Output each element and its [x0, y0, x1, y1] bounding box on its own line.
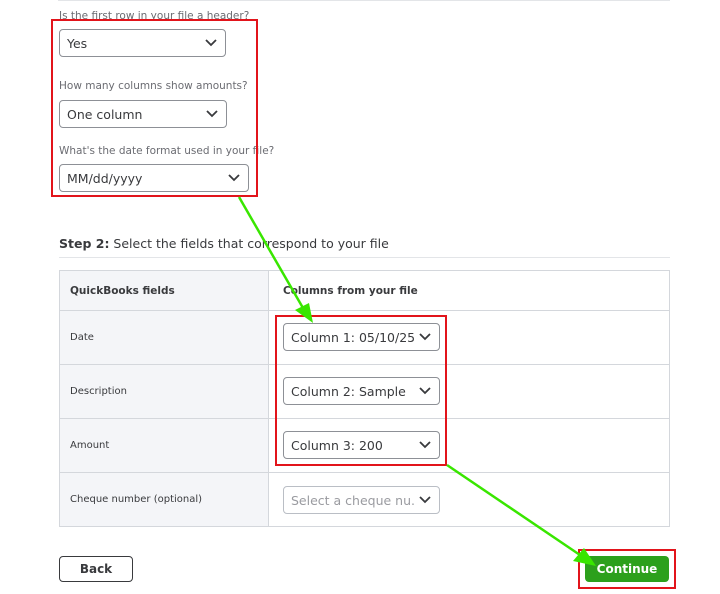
row-divider: [60, 364, 669, 365]
chevron-down-icon: [419, 496, 431, 504]
field-label-amount: Amount: [70, 440, 110, 451]
header-row-select[interactable]: Yes: [59, 29, 226, 57]
step2-title-bold: Step 2:: [59, 236, 110, 251]
step2-title: Step 2: Select the fields that correspon…: [59, 236, 389, 251]
file-columns-header: Columns from your file: [283, 285, 418, 297]
amount-columns-select[interactable]: One column: [59, 100, 227, 128]
cheque-number-column-select[interactable]: Select a cheque nu...: [283, 486, 440, 514]
quickbooks-fields-header: QuickBooks fields: [70, 285, 175, 297]
row-divider: [60, 472, 669, 473]
field-label-cheque-number: Cheque number (optional): [70, 494, 203, 505]
chevron-down-icon: [206, 110, 218, 118]
date-column-value: Column 1: 05/10/25: [291, 329, 416, 345]
top-divider: [58, 0, 670, 1]
description-column-select[interactable]: Column 2: Sample: [283, 377, 440, 405]
chevron-down-icon: [419, 333, 431, 341]
amount-column-select[interactable]: Column 3: 200: [283, 431, 440, 459]
field-label-date: Date: [70, 332, 94, 343]
cheque-number-placeholder: Select a cheque nu...: [291, 492, 416, 508]
amount-columns-question-label: How many columns show amounts?: [59, 80, 248, 92]
step2-title-rest: Select the fields that correspond to you…: [109, 236, 389, 251]
step2-divider: [59, 257, 670, 258]
amount-columns-value: One column: [67, 106, 143, 122]
continue-button[interactable]: Continue: [585, 556, 669, 582]
date-column-select[interactable]: Column 1: 05/10/25: [283, 323, 440, 351]
row-divider: [60, 418, 669, 419]
back-button[interactable]: Back: [59, 556, 133, 582]
date-format-question-label: What's the date format used in your file…: [59, 145, 275, 157]
chevron-down-icon: [228, 174, 240, 182]
header-question-label: Is the first row in your file a header?: [59, 10, 250, 22]
chevron-down-icon: [205, 39, 217, 47]
date-format-select[interactable]: MM/dd/yyyy: [59, 164, 249, 192]
description-column-value: Column 2: Sample: [291, 383, 406, 399]
field-label-description: Description: [70, 386, 127, 397]
row-divider: [60, 310, 669, 311]
header-row-value: Yes: [67, 35, 88, 51]
amount-column-value: Column 3: 200: [291, 437, 383, 453]
date-format-value: MM/dd/yyyy: [67, 170, 143, 186]
chevron-down-icon: [419, 441, 431, 449]
chevron-down-icon: [419, 387, 431, 395]
